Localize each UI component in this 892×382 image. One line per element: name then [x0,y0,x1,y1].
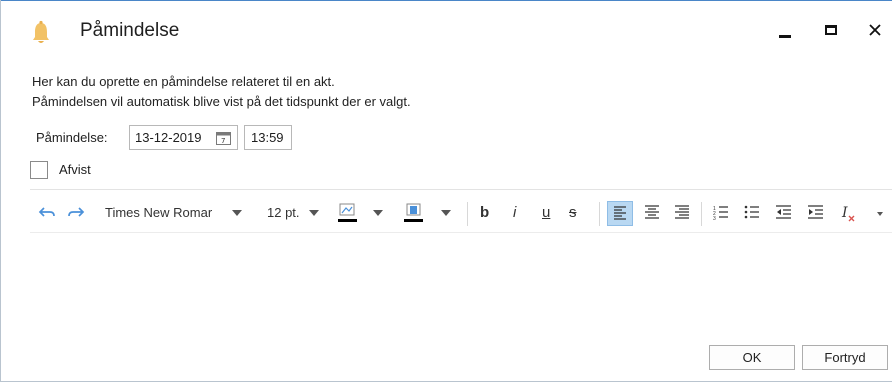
toolbar-divider [467,202,468,226]
strikethrough-button[interactable]: s [569,204,577,221]
maximize-icon [825,25,837,35]
close-icon [869,24,881,36]
chevron-down-icon[interactable] [309,210,319,216]
reminder-label: Påmindelse: [36,130,108,145]
time-value: 13:59 [251,130,284,145]
minimize-button[interactable] [771,18,801,44]
reminder-dialog: Påmindelse Her kan du oprette en påminde… [0,0,892,382]
calendar-icon[interactable]: 7 [216,131,231,145]
svg-text:I: I [841,205,848,221]
italic-button[interactable]: i [513,204,516,221]
date-value: 13-12-2019 [135,130,202,145]
toolbar-divider [599,202,600,226]
svg-text:3: 3 [713,216,716,222]
toolbar-bottom-divider [30,232,892,233]
bell-icon [31,20,51,46]
highlight-color-icon[interactable] [337,200,359,226]
time-input[interactable]: 13:59 [244,125,292,150]
font-size-dropdown[interactable]: 12 pt. [267,205,300,220]
maximize-button[interactable] [817,18,847,44]
font-family-dropdown[interactable]: Times New Romar [105,205,212,220]
svg-text:7: 7 [221,137,225,145]
numbered-list-icon[interactable]: 123 [710,200,732,226]
align-left-button[interactable] [607,201,633,226]
chevron-down-icon[interactable] [232,210,242,216]
more-options-icon[interactable] [877,212,883,216]
redo-icon[interactable] [67,200,89,226]
align-right-icon[interactable] [671,200,693,226]
bold-button[interactable]: b [480,204,489,221]
align-center-icon[interactable] [641,200,663,226]
ok-button[interactable]: OK [709,345,795,370]
bullet-list-icon[interactable] [741,200,763,226]
title-bar: Påmindelse [1,0,892,62]
editor-area[interactable] [30,234,892,334]
description-line-1: Her kan du oprette en påmindelse relater… [32,74,335,89]
clear-formatting-icon[interactable]: I [837,200,859,226]
description-line-2: Påmindelsen vil automatisk blive vist på… [32,94,411,109]
rejected-checkbox[interactable] [30,161,48,179]
minimize-icon [779,35,791,38]
chevron-down-icon[interactable] [441,210,451,216]
divider [30,189,892,190]
toolbar-divider [701,202,702,226]
date-picker[interactable]: 13-12-2019 7 [129,125,238,150]
indent-icon[interactable] [805,200,827,226]
underline-button[interactable]: u [542,204,550,221]
close-button[interactable] [861,18,891,44]
cancel-button[interactable]: Fortryd [802,345,888,370]
window-title: Påmindelse [80,20,180,41]
undo-icon[interactable] [38,200,60,226]
font-color-icon[interactable] [403,200,425,226]
rejected-label: Afvist [59,162,91,177]
outdent-icon[interactable] [773,200,795,226]
align-left-icon [614,206,626,220]
chevron-down-icon[interactable] [373,210,383,216]
